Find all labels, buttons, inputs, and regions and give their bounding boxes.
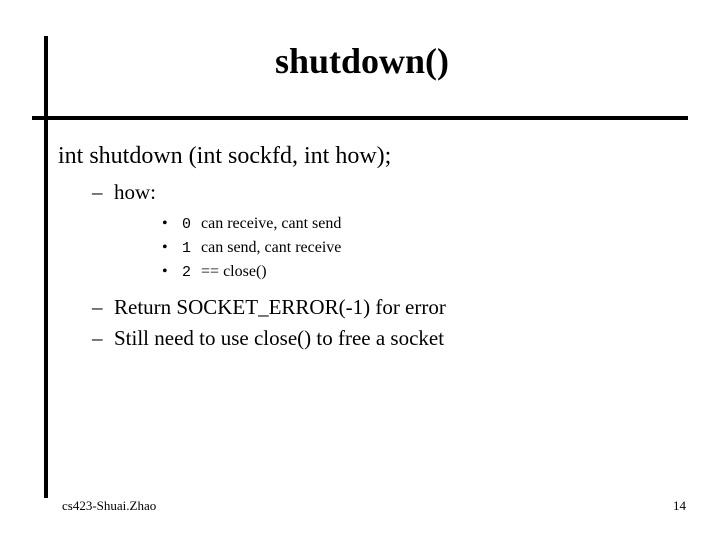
slide-body: int shutdown (int sockfd, int how); – ho… (58, 140, 678, 354)
sublist-level1: – how: • 0 can receive, cant send • 1 ca… (92, 178, 678, 352)
function-signature: int shutdown (int sockfd, int how); (58, 140, 678, 172)
option-number: 2 (182, 263, 191, 283)
option-line: • 1 can send, cant receive (162, 237, 678, 259)
dash-bullet-icon: – (92, 324, 104, 352)
dash-bullet-icon: – (92, 178, 104, 206)
footer-page-number: 14 (673, 498, 686, 514)
return-line: – Return SOCKET_ERROR(-1) for error (92, 293, 678, 321)
option-line: • 2 == close() (162, 261, 678, 283)
title-region: shutdown() (52, 40, 672, 82)
dot-bullet-icon: • (162, 213, 172, 235)
slide: shutdown() int shutdown (int sockfd, int… (0, 0, 720, 540)
how-label-line: – how: (92, 178, 678, 206)
dot-bullet-icon: • (162, 261, 172, 283)
option-desc: can send, cant receive (201, 237, 341, 259)
option-number: 0 (182, 215, 191, 235)
dot-bullet-icon: • (162, 237, 172, 259)
horizontal-rule (32, 116, 688, 120)
slide-title: shutdown() (275, 41, 449, 81)
option-desc: == close() (201, 261, 267, 283)
option-desc: can receive, cant send (201, 213, 341, 235)
return-text: Return SOCKET_ERROR(-1) for error (114, 293, 446, 321)
option-line: • 0 can receive, cant send (162, 213, 678, 235)
vertical-rule (44, 36, 48, 498)
note-text: Still need to use close() to free a sock… (114, 324, 444, 352)
note-line: – Still need to use close() to free a so… (92, 324, 678, 352)
how-label: how: (114, 178, 156, 206)
option-number: 1 (182, 239, 191, 259)
footer-author: cs423-Shuai.Zhao (62, 498, 156, 514)
sublist-level2: • 0 can receive, cant send • 1 can send,… (162, 213, 678, 284)
dash-bullet-icon: – (92, 293, 104, 321)
